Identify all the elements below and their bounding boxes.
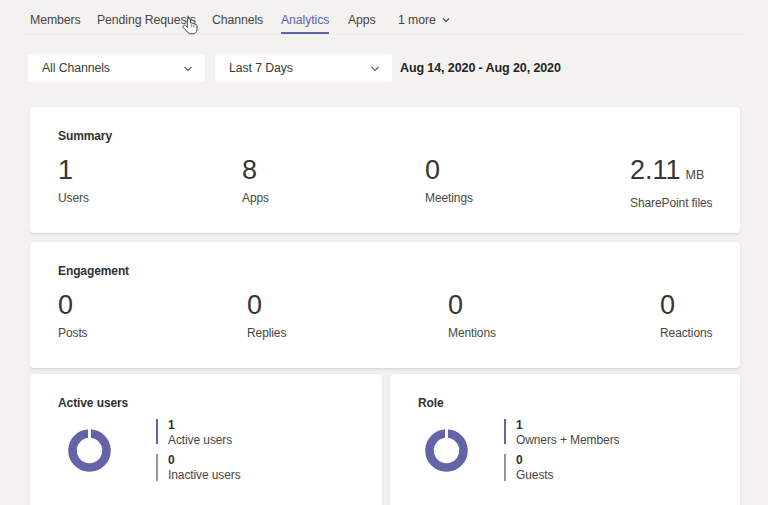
channel-filter-value: All Channels bbox=[42, 61, 110, 75]
tab-members[interactable]: Members bbox=[30, 13, 81, 32]
role-card: Role 1 Owners + Members 0 Guests bbox=[390, 374, 740, 505]
tab-more[interactable]: 1 more bbox=[398, 13, 451, 32]
summary-title: Summary bbox=[58, 130, 112, 143]
engagement-title: Engagement bbox=[58, 265, 129, 278]
stat-users-value: 1 bbox=[58, 157, 89, 183]
stat-replies-value: 0 bbox=[247, 292, 286, 318]
stat-reactions: 0 Reactions bbox=[660, 292, 712, 340]
legend-owners-members-label: Owners + Members bbox=[516, 433, 619, 447]
legend-guests: 0 Guests bbox=[504, 454, 553, 481]
engagement-card: Engagement 0 Posts 0 Replies 0 Mentions … bbox=[30, 242, 740, 368]
stat-sharepoint-files: 2.11 MB SharePoint files bbox=[630, 157, 712, 210]
chevron-down-icon bbox=[369, 63, 381, 75]
stat-mentions-value: 0 bbox=[448, 292, 496, 318]
legend-owners-members-value: 1 bbox=[516, 419, 619, 432]
legend-guests-value: 0 bbox=[516, 454, 553, 467]
stat-apps: 8 Apps bbox=[242, 157, 269, 205]
stat-apps-label: Apps bbox=[242, 191, 269, 205]
stat-replies: 0 Replies bbox=[247, 292, 286, 340]
stat-users-label: Users bbox=[58, 191, 89, 205]
tab-more-label: 1 more bbox=[398, 13, 436, 27]
stat-sharepoint-value: 2.11 MB bbox=[630, 157, 712, 188]
stat-sharepoint-label: SharePoint files bbox=[630, 196, 712, 210]
legend-guests-label: Guests bbox=[516, 468, 553, 482]
active-users-donut-chart bbox=[68, 429, 111, 472]
period-filter-value: Last 7 Days bbox=[229, 61, 293, 75]
stat-reactions-value: 0 bbox=[660, 292, 712, 318]
stat-sharepoint-unit: MB bbox=[686, 168, 705, 182]
period-filter-select[interactable]: Last 7 Days bbox=[215, 54, 392, 82]
legend-active-users: 1 Active users bbox=[156, 419, 232, 444]
chevron-down-icon bbox=[182, 63, 194, 75]
legend-inactive-users-value: 0 bbox=[168, 454, 241, 467]
role-donut-chart bbox=[425, 429, 468, 472]
stat-reactions-label: Reactions bbox=[660, 326, 712, 340]
legend-active-users-value: 1 bbox=[168, 419, 232, 432]
stat-replies-label: Replies bbox=[247, 326, 286, 340]
stat-meetings: 0 Meetings bbox=[425, 157, 473, 205]
legend-inactive-users: 0 Inactive users bbox=[156, 454, 241, 481]
stat-mentions: 0 Mentions bbox=[448, 292, 496, 340]
cursor-pointer-icon bbox=[182, 17, 199, 37]
channel-filter-select[interactable]: All Channels bbox=[28, 54, 205, 82]
tab-bar-divider bbox=[20, 34, 748, 35]
active-users-card: Active users 1 Active users 0 Inactive u… bbox=[30, 374, 382, 505]
stat-sharepoint-number: 2.11 bbox=[630, 155, 681, 185]
stat-mentions-label: Mentions bbox=[448, 326, 496, 340]
stat-apps-value: 8 bbox=[242, 157, 269, 183]
stat-users: 1 Users bbox=[58, 157, 89, 205]
tab-bar: Members Pending Requests Channels Analyt… bbox=[0, 0, 768, 36]
role-title: Role bbox=[418, 397, 444, 410]
active-users-title: Active users bbox=[58, 397, 128, 410]
stat-meetings-value: 0 bbox=[425, 157, 473, 183]
stat-posts-label: Posts bbox=[58, 326, 88, 340]
legend-inactive-users-label: Inactive users bbox=[168, 468, 241, 482]
tab-channels[interactable]: Channels bbox=[212, 13, 263, 32]
legend-active-users-label: Active users bbox=[168, 433, 232, 447]
tab-apps[interactable]: Apps bbox=[348, 13, 376, 32]
stat-posts-value: 0 bbox=[58, 292, 88, 318]
legend-owners-members: 1 Owners + Members bbox=[504, 419, 619, 444]
stat-posts: 0 Posts bbox=[58, 292, 88, 340]
date-range-label: Aug 14, 2020 - Aug 20, 2020 bbox=[400, 54, 561, 82]
stat-meetings-label: Meetings bbox=[425, 191, 473, 205]
chevron-down-icon bbox=[441, 15, 451, 25]
summary-card: Summary 1 Users 8 Apps 0 Meetings 2.11 MB… bbox=[30, 107, 740, 233]
tab-analytics[interactable]: Analytics bbox=[281, 13, 329, 34]
